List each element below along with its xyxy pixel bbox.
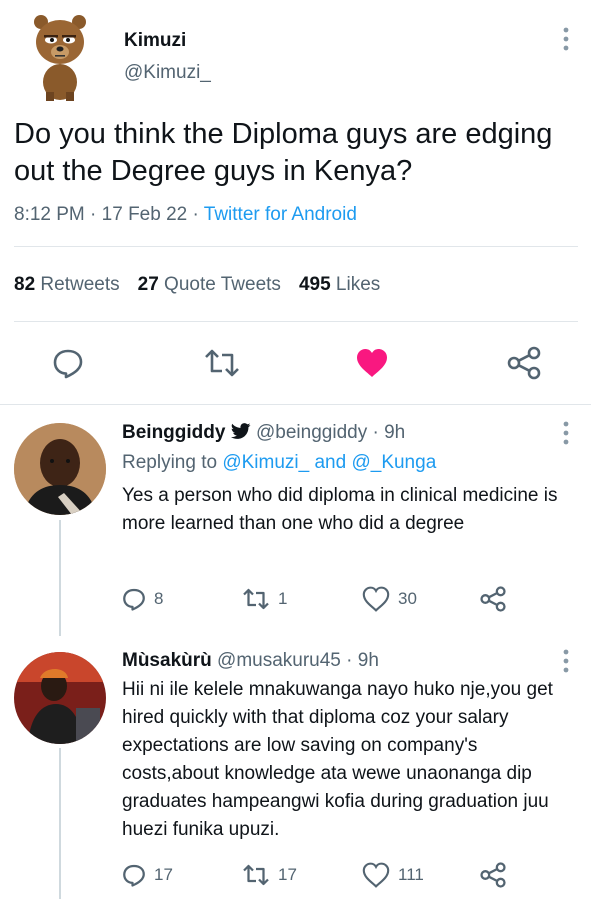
reply-icon xyxy=(53,349,83,379)
reply-like-button[interactable]: 30 xyxy=(362,584,417,614)
quote-tweets-stat[interactable]: 27 Quote Tweets xyxy=(138,274,281,295)
retweet-icon xyxy=(243,588,269,610)
bear-avatar-icon xyxy=(34,15,86,101)
thread-line xyxy=(59,748,61,899)
thread-line xyxy=(59,520,61,636)
share-icon xyxy=(480,862,506,888)
share-icon xyxy=(480,586,506,612)
main-tweet: Kimuzi @Kimuzi_ Do you think the Diploma… xyxy=(0,0,591,404)
retweet-count: 17 xyxy=(278,865,297,884)
reply-header: Mùsakùrù @musakuru45 · 9h xyxy=(122,650,379,672)
reply-text: Yes a person who did diploma in clinical… xyxy=(122,485,558,534)
heart-outline-icon xyxy=(362,862,390,888)
reply-retweet-button[interactable]: 1 xyxy=(242,584,287,614)
reply-count: 17 xyxy=(154,865,173,884)
reply-comment-button[interactable]: 17 xyxy=(122,860,173,890)
author-name[interactable]: Kimuzi xyxy=(124,30,186,52)
tweet-meta: 8:12 PM · 17 Feb 22 · Twitter for Androi… xyxy=(14,204,357,226)
divider xyxy=(14,321,578,322)
reply-share-button[interactable] xyxy=(480,860,514,890)
reply-share-button[interactable] xyxy=(480,584,514,614)
share-button[interactable] xyxy=(504,343,544,383)
reply-header: Beinggiddy @beinggiddy · 9h xyxy=(122,422,405,446)
retweet-button[interactable] xyxy=(202,343,242,383)
retweet-icon xyxy=(243,864,269,886)
reply-count: 8 xyxy=(154,589,164,608)
verified-bird-icon xyxy=(230,423,251,446)
reply-icon xyxy=(123,864,145,887)
reply-author-handle[interactable]: @musakuru45 xyxy=(217,650,341,671)
author-avatar[interactable] xyxy=(30,12,90,102)
avatar-photo-icon xyxy=(14,652,106,744)
tweet-time[interactable]: 8:12 PM xyxy=(14,204,85,225)
replying-to: Replying to @Kimuzi_ and @_Kunga xyxy=(122,452,436,474)
reply-retweet-button[interactable]: 17 xyxy=(242,860,297,890)
reply-comment-button[interactable]: 8 xyxy=(122,584,163,614)
reply-text: Hii ni ile kelele mnakuwanga nayo huko n… xyxy=(122,679,553,840)
reply-actions: 8 1 30 xyxy=(122,584,522,614)
reply-age[interactable]: 9h xyxy=(358,650,379,671)
reply-avatar[interactable] xyxy=(14,652,106,744)
reply-icon xyxy=(123,588,145,611)
tweet-text: Do you think the Diploma guys are edging… xyxy=(14,118,553,187)
more-options-icon[interactable] xyxy=(556,26,576,52)
avatar-photo-icon xyxy=(14,423,106,515)
reply-author-handle[interactable]: @beinggiddy xyxy=(256,422,367,443)
like-button[interactable] xyxy=(352,343,392,383)
replying-to-users[interactable]: @Kimuzi_ and @_Kunga xyxy=(222,452,436,473)
meta-separator: · xyxy=(346,650,358,671)
retweets-stat[interactable]: 82 Retweets xyxy=(14,274,120,295)
retweet-count: 1 xyxy=(278,589,288,608)
meta-separator: · xyxy=(192,204,204,225)
reply-author-name[interactable]: Beinggiddy xyxy=(122,422,225,443)
tweet-source[interactable]: Twitter for Android xyxy=(204,204,357,225)
heart-filled-icon xyxy=(357,349,387,377)
divider xyxy=(0,404,591,405)
retweet-icon xyxy=(205,349,239,377)
reply-avatar[interactable] xyxy=(14,423,106,515)
tweet-date[interactable]: 17 Feb 22 xyxy=(102,204,188,225)
more-options-icon[interactable] xyxy=(556,648,576,674)
likes-stat[interactable]: 495 Likes xyxy=(299,274,380,295)
reply-button[interactable] xyxy=(48,343,88,383)
meta-separator: · xyxy=(372,422,385,443)
reply-actions: 17 17 111 xyxy=(122,860,522,890)
heart-outline-icon xyxy=(362,586,390,612)
divider xyxy=(14,246,578,247)
like-count: 111 xyxy=(398,865,424,884)
share-icon xyxy=(507,346,541,380)
author-handle[interactable]: @Kimuzi_ xyxy=(124,62,211,84)
reply-age[interactable]: 9h xyxy=(384,422,405,443)
meta-separator: · xyxy=(90,204,102,225)
reply-author-name[interactable]: Mùsakùrù xyxy=(122,650,212,671)
like-count: 30 xyxy=(398,589,417,608)
reply-like-button[interactable]: 111 xyxy=(362,860,424,890)
replying-to-prefix: Replying to xyxy=(122,452,218,473)
tweet-stats: 82 Retweets 27 Quote Tweets 495 Likes xyxy=(14,274,380,296)
more-options-icon[interactable] xyxy=(556,420,576,446)
